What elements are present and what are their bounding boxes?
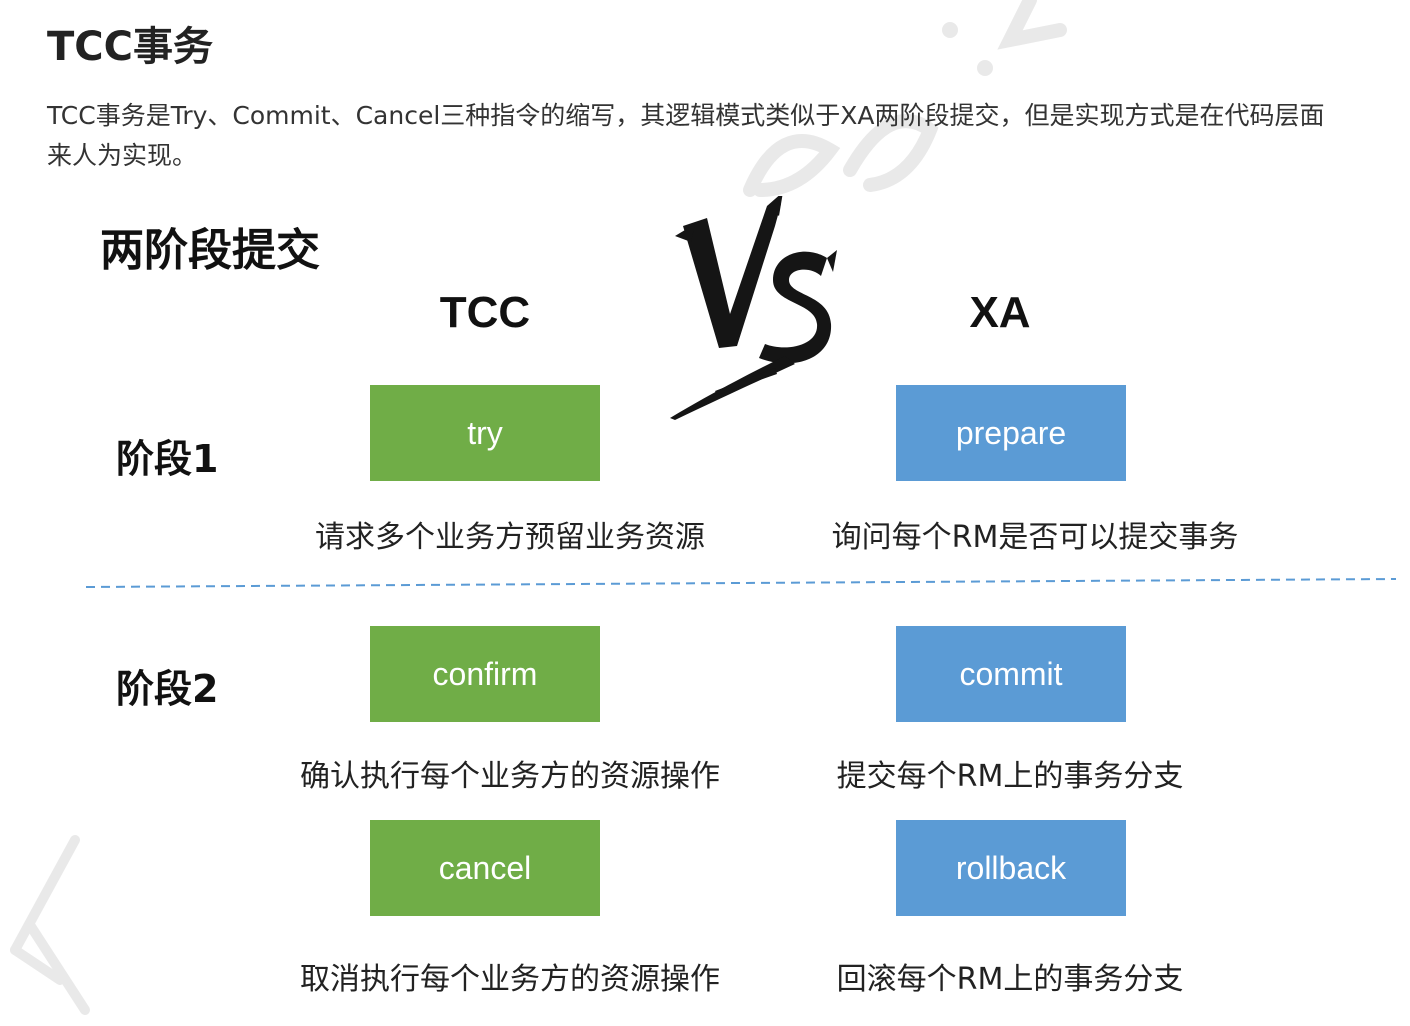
watermark-bottom-left — [10, 835, 90, 1015]
phase-2-label: 阶段2 — [116, 667, 219, 711]
column-title-tcc: TCC — [439, 288, 531, 337]
tcc-confirm-box: confirm — [370, 626, 600, 722]
intro-line-1: TCC事务是Try、Commit、Cancel三种指令的缩写，其逻辑模式类似于X… — [47, 101, 1325, 130]
xa-prepare-description: 询问每个RM是否可以提交事务 — [831, 520, 1239, 555]
phase-1-label: 阶段1 — [116, 437, 219, 481]
phase-divider — [86, 578, 1396, 588]
page-heading: TCC事务 — [47, 24, 213, 70]
xa-prepare-box: prepare — [896, 385, 1126, 481]
xa-rollback-box: rollback — [896, 820, 1126, 916]
tcc-try-box: try — [370, 385, 600, 481]
column-title-xa: XA — [969, 288, 1031, 337]
tcc-cancel-description: 取消执行每个业务方的资源操作 — [300, 962, 720, 997]
tcc-confirm-description: 确认执行每个业务方的资源操作 — [300, 759, 720, 794]
xa-commit-description: 提交每个RM上的事务分支 — [836, 759, 1184, 794]
tcc-cancel-box: cancel — [370, 820, 600, 916]
xa-commit-box: commit — [896, 626, 1126, 722]
intro-paragraph: TCC事务是Try、Commit、Cancel三种指令的缩写，其逻辑模式类似于X… — [47, 96, 1387, 176]
tcc-try-description: 请求多个业务方预留业务资源 — [315, 520, 705, 555]
intro-line-2: 来人为实现。 — [47, 141, 198, 170]
diagram-title: 两阶段提交 — [100, 225, 320, 276]
vs-logo — [670, 196, 837, 420]
xa-rollback-description: 回滚每个RM上的事务分支 — [836, 962, 1184, 997]
